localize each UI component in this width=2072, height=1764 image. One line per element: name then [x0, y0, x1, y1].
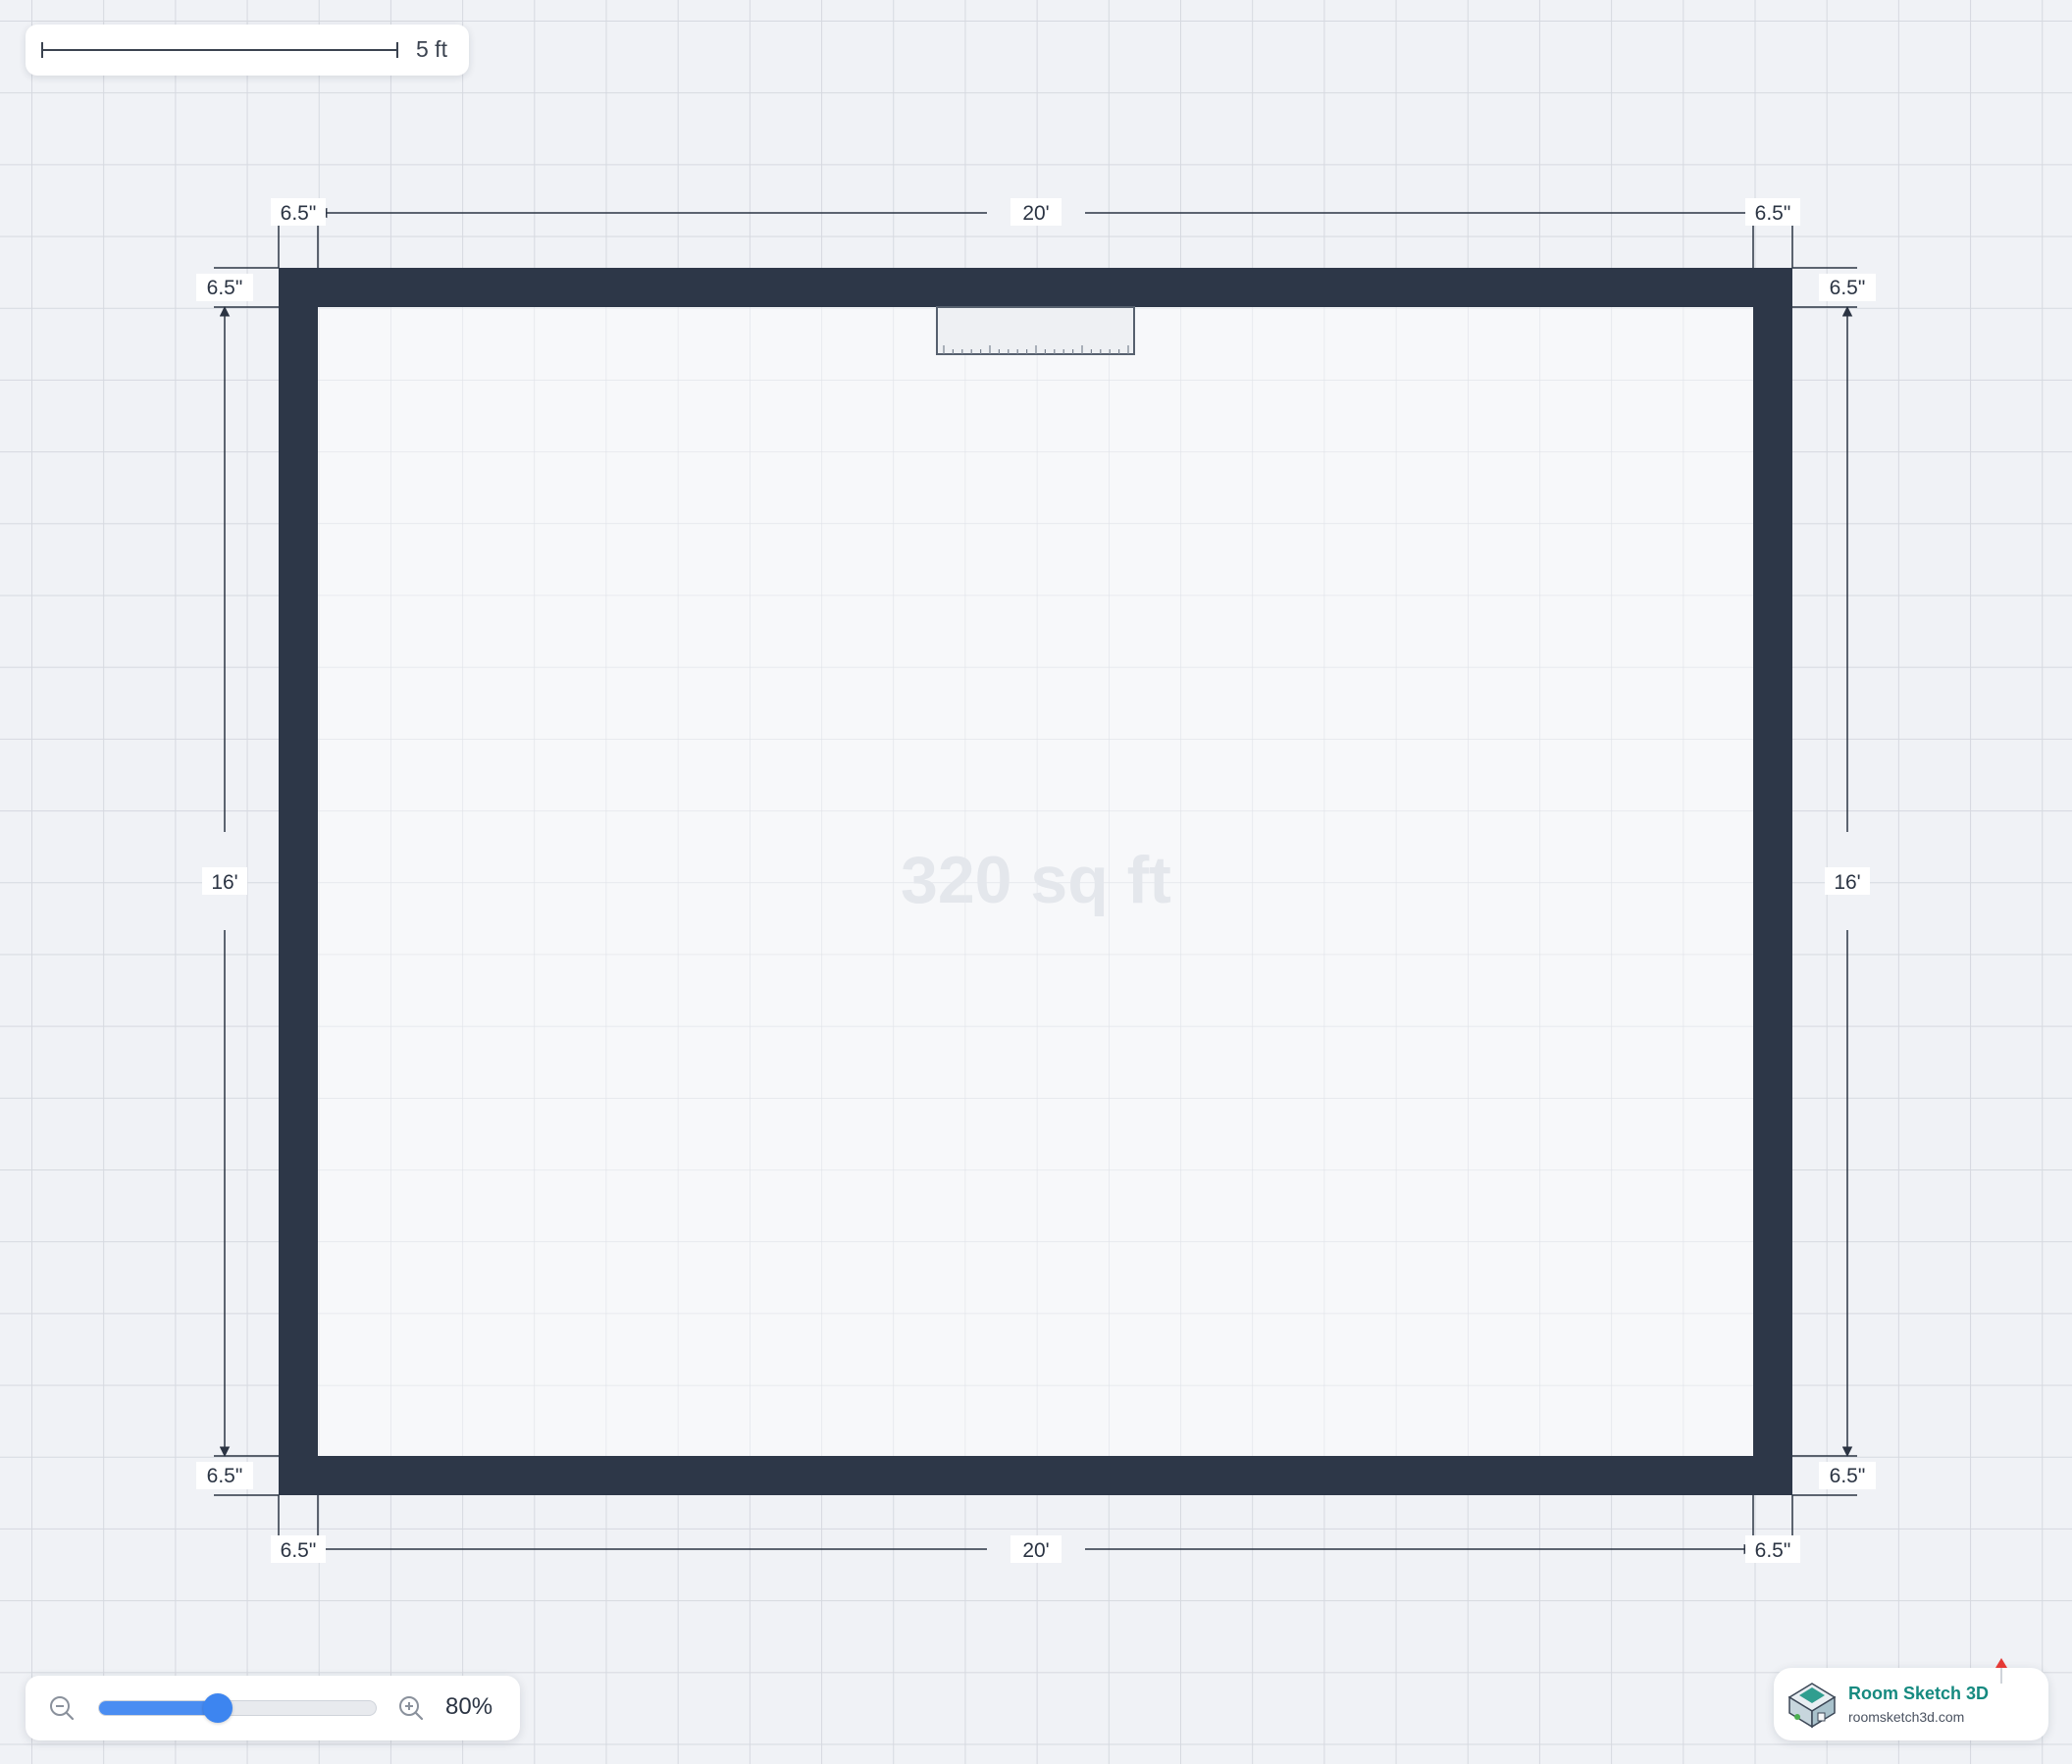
top-width-label: 20' [1022, 202, 1049, 225]
left-bottom-thickness-label: 6.5" [207, 1465, 243, 1487]
room-area-label: 320 sq ft [901, 843, 1171, 917]
wall-bottom[interactable] [279, 1456, 1792, 1495]
right-height-label: 16' [1834, 871, 1860, 894]
right-top-thickness-label: 6.5" [1830, 277, 1866, 299]
scale-bar-line [41, 42, 398, 58]
wall-fixture[interactable] [936, 306, 1135, 355]
flag-icon [1995, 1658, 2007, 1684]
zoom-level-label: 80% [445, 1693, 493, 1720]
bottom-left-thickness-label: 6.5" [281, 1539, 317, 1562]
bottom-right-thickness-label: 6.5" [1755, 1539, 1791, 1562]
wall-top[interactable] [279, 268, 1792, 307]
brand-url: roomsketch3d.com [1848, 1709, 1965, 1725]
wall-left[interactable] [279, 268, 318, 1495]
left-height-label: 16' [211, 871, 237, 894]
scale-bar-label: 5 ft [416, 36, 447, 62]
zoom-out-icon[interactable] [47, 1693, 77, 1723]
bottom-width-label: 20' [1022, 1539, 1049, 1562]
zoom-control: 80% [26, 1676, 520, 1740]
scale-bar: 5 ft [26, 25, 469, 76]
brand-name: Room Sketch 3D [1848, 1684, 1990, 1703]
left-top-thickness-label: 6.5" [207, 277, 243, 299]
top-left-thickness-label: 6.5" [281, 202, 317, 225]
wall-right[interactable] [1753, 268, 1792, 1495]
zoom-slider[interactable] [98, 1693, 377, 1723]
zoom-slider-thumb[interactable] [203, 1693, 233, 1723]
right-bottom-thickness-label: 6.5" [1830, 1465, 1866, 1487]
top-right-thickness-label: 6.5" [1755, 202, 1791, 225]
zoom-slider-fill [99, 1701, 219, 1715]
floor-plan-canvas[interactable]: 320 sq ft 20' 6.5" 6.5" 20' 6.5" 6.5" 16… [0, 0, 2072, 1764]
zoom-in-icon[interactable] [396, 1693, 426, 1723]
house-logo-icon [1787, 1683, 1837, 1729]
